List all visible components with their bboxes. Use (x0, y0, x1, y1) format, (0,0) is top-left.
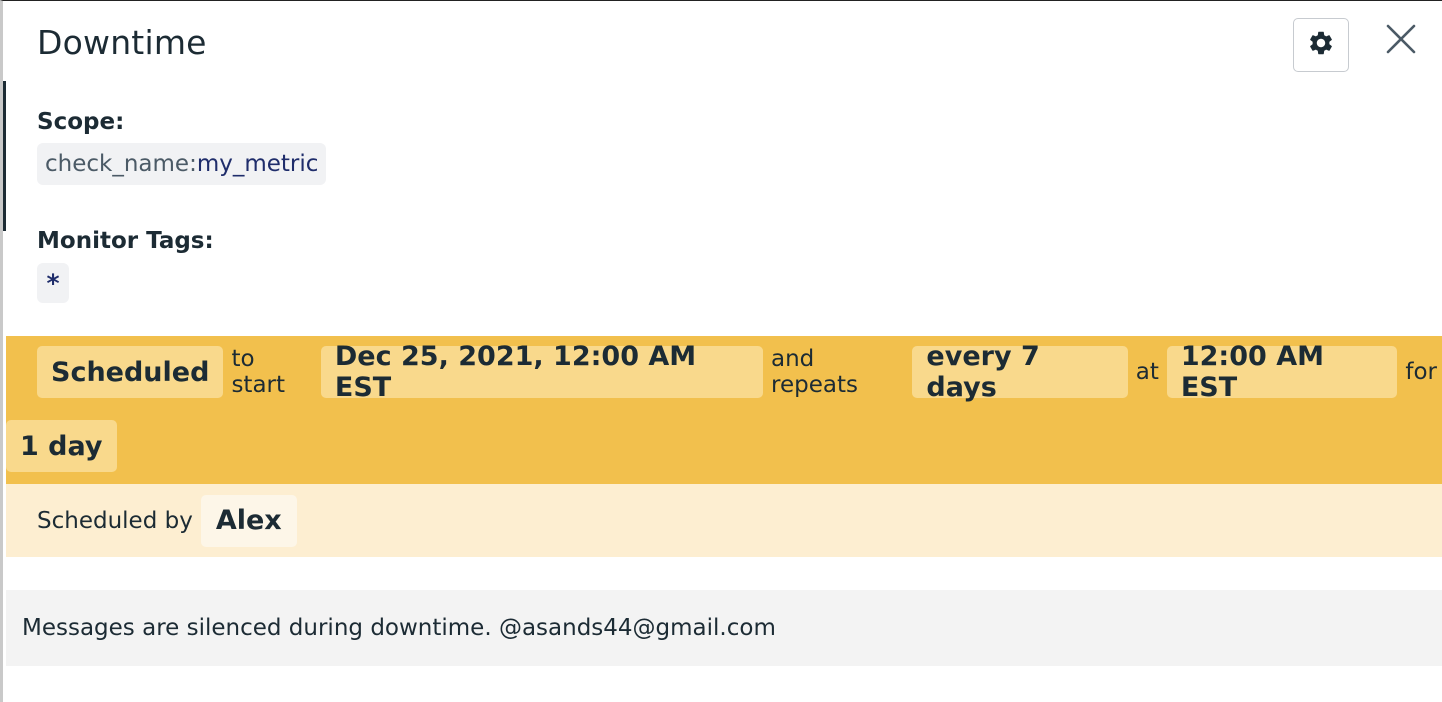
at-text: at (1135, 359, 1159, 385)
schedule-line-1: Scheduled to start Dec 25, 2021, 12:00 A… (37, 341, 1442, 403)
monitor-tags-label: Monitor Tags: (37, 228, 214, 254)
scheduled-by-user: Alex (200, 494, 297, 547)
scope-tag: check_name: my_metric (37, 143, 327, 185)
close-icon (1385, 23, 1417, 59)
panel-edge-marker (3, 81, 6, 231)
to-start-text: to start (231, 346, 286, 398)
scope-label: Scope: (37, 109, 125, 135)
scheduled-by-row: Scheduled by Alex (6, 484, 1442, 557)
monitor-tag: * (37, 263, 69, 303)
scheduled-by-text: Scheduled by (37, 507, 193, 534)
settings-button[interactable] (1293, 18, 1349, 72)
duration-chip: 1 day (6, 420, 117, 472)
time-chip: 12:00 AM EST (1166, 341, 1398, 403)
schedule-banner: Scheduled to start Dec 25, 2021, 12:00 A… (6, 336, 1442, 484)
gear-icon (1307, 29, 1335, 61)
status-chip: Scheduled (37, 346, 224, 398)
schedule-line-2: 1 day (6, 420, 117, 472)
scope-tag-key: check_name: (45, 151, 197, 177)
downtime-message: Messages are silenced during downtime. @… (6, 590, 1442, 666)
for-text: for (1405, 359, 1437, 385)
page-title: Downtime (37, 23, 207, 62)
scope-tag-value: my_metric (196, 151, 319, 177)
close-button[interactable] (1381, 21, 1421, 61)
downtime-panel: Downtime Scope: check_name: my_metric Mo… (0, 0, 1442, 702)
interval-chip: every 7 days (912, 341, 1128, 403)
start-date-chip: Dec 25, 2021, 12:00 AM EST (320, 341, 764, 403)
repeats-text: and repeats (771, 346, 858, 398)
